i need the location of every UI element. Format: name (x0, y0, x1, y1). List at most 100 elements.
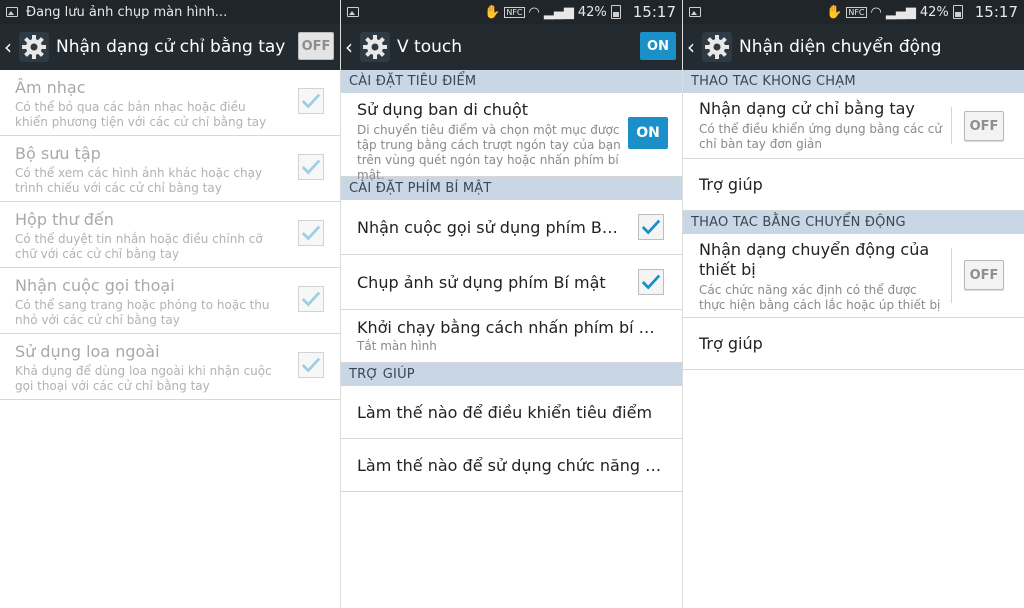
signal-icon: ▂▄▆ (885, 4, 916, 20)
status-bar: ✋ NFC ◠ ▂▄▆ 42% 15:17 (683, 0, 1024, 24)
section-header-motion: THAO TAC BẰNG CHUYỂN ĐỘNG (683, 211, 1024, 234)
master-toggle[interactable]: OFF (298, 32, 334, 60)
status-bar: Đang lưu ảnh chụp màn hình... (0, 0, 340, 24)
clock: 15:17 (632, 3, 676, 21)
signal-icon: ▂▄▆ (543, 4, 574, 20)
list-item-speaker[interactable]: Sử dụng loa ngoài Khả dụng để dùng loa n… (0, 334, 340, 400)
section-header-focus: CÀI ĐẶT TIÊU ĐIỂM (341, 70, 682, 93)
checkmark-icon (641, 274, 661, 290)
item-title: Trợ giúp (699, 175, 763, 194)
item-title: Trợ giúp (699, 334, 763, 353)
item-subtitle: Có thể bỏ qua các bản nhạc hoặc điều khi… (15, 100, 267, 129)
item-title: Nhận cuộc gọi thoại (15, 276, 175, 295)
item-title: Làm thế nào để sử dụng chức năng ph... (357, 455, 668, 475)
hand-gesture-panel: Đang lưu ảnh chụp màn hình... ‹ Nhận dạn… (0, 0, 340, 608)
item-subtitle: Có thể duyệt tin nhắn hoặc điều chỉnh cỡ… (15, 232, 263, 261)
page-title: V touch (397, 37, 462, 57)
divider (951, 107, 952, 144)
master-toggle[interactable]: ON (640, 32, 676, 60)
back-icon[interactable]: ‹ (687, 37, 699, 57)
item-subtitle: Tắt màn hình (357, 339, 437, 353)
voice-call-checkbox[interactable] (298, 286, 324, 312)
back-icon[interactable]: ‹ (4, 37, 16, 57)
action-bar: ‹ Nhận diện chuyển động (683, 24, 1024, 70)
motion-toggle[interactable]: OFF (964, 260, 1004, 290)
page-title: Nhận diện chuyển động (739, 37, 942, 57)
settings-gear-icon (360, 32, 390, 62)
speaker-checkbox[interactable] (298, 352, 324, 378)
checkmark-icon (301, 291, 321, 307)
hand-gesture-setting[interactable]: Nhận dạng cử chỉ bằng tay Có thể điều kh… (683, 93, 1024, 159)
hand-gesture-toggle[interactable]: OFF (964, 111, 1004, 141)
help-focus-item[interactable]: Làm thế nào để điều khiển tiêu điểm (341, 386, 682, 439)
item-title: Làm thế nào để điều khiển tiêu điểm (357, 402, 653, 422)
hand-icon: ✋ (826, 4, 843, 20)
wifi-icon: ◠ (528, 4, 540, 20)
section-header-touchless: THAO TAC KHONG CHẠM (683, 70, 1024, 93)
help-function-item[interactable]: Làm thế nào để sử dụng chức năng ph... (341, 439, 682, 492)
page-title: Nhận dạng cử chỉ bằng tay (56, 37, 286, 57)
item-subtitle: Di chuyển tiêu điểm và chọn một mục được… (357, 123, 621, 182)
item-title: Âm nhạc (15, 78, 86, 97)
battery-percent: 42% (577, 4, 607, 20)
hand-icon: ✋ (484, 4, 501, 20)
action-bar: ‹ Nhận dạng cử chỉ bằng tay OFF (0, 24, 340, 70)
checkmark-icon (301, 357, 321, 373)
mouse-pad-setting[interactable]: Sử dụng ban di chuột Di chuyển tiêu điểm… (341, 93, 682, 182)
back-icon[interactable]: ‹ (345, 37, 357, 57)
answer-call-checkbox[interactable] (638, 214, 664, 240)
launch-setting[interactable]: Khởi chạy bằng cách nhấn phím bí mậ... T… (341, 310, 682, 363)
item-title: Chụp ảnh sử dụng phím Bí mật (357, 272, 606, 292)
settings-gear-icon (702, 32, 732, 62)
list-item-music[interactable]: Âm nhạc Có thể bỏ qua các bản nhạc hoặc … (0, 70, 340, 136)
item-title: Hộp thư đến (15, 210, 114, 229)
action-bar: ‹ V touch ON (341, 24, 682, 70)
answer-call-setting[interactable]: Nhận cuộc gọi sử dụng phím Bí ... (341, 200, 682, 255)
list-item-inbox[interactable]: Hộp thư đến Có thể duyệt tin nhắn hoặc đ… (0, 202, 340, 268)
battery-percent: 42% (919, 4, 949, 20)
mouse-pad-toggle[interactable]: ON (628, 117, 668, 149)
motion-recognition-panel: ✋ NFC ◠ ▂▄▆ 42% 15:17 ‹ Nhận diện chuyển… (682, 0, 1024, 608)
music-checkbox[interactable] (298, 88, 324, 114)
divider (951, 248, 952, 303)
take-photo-setting[interactable]: Chụp ảnh sử dụng phím Bí mật (341, 255, 682, 310)
screenshot-notification-icon (347, 7, 359, 17)
settings-gear-icon (19, 32, 49, 62)
clock: 15:17 (974, 3, 1018, 21)
item-subtitle: Có thể xem các hình ảnh khác hoặc chạy t… (15, 166, 263, 195)
list-item-gallery[interactable]: Bộ sưu tập Có thể xem các hình ảnh khác … (0, 136, 340, 202)
status-bar: ✋ NFC ◠ ▂▄▆ 42% 15:17 (341, 0, 682, 24)
wifi-icon: ◠ (870, 4, 882, 20)
v-touch-panel: ✋ NFC ◠ ▂▄▆ 42% 15:17 ‹ V touch ON CÀI Đ… (340, 0, 682, 608)
item-subtitle: Các chức năng xác định có thể được thực … (699, 283, 941, 312)
gallery-checkbox[interactable] (298, 154, 324, 180)
item-subtitle: Khả dụng để dùng loa ngoài khi nhận cuộc… (15, 364, 272, 393)
checkmark-icon (301, 159, 321, 175)
item-title: Nhận dạng chuyển động của thiết bị (699, 240, 930, 279)
item-subtitle: Có thể sang trang hoặc phóng to hoặc thu… (15, 298, 270, 327)
battery-icon (610, 5, 621, 19)
battery-icon (952, 5, 963, 19)
nfc-icon: NFC (504, 6, 525, 18)
checkmark-icon (641, 219, 661, 235)
item-title: Sử dụng loa ngoài (15, 342, 160, 361)
section-header-help: TRỢ GIÚP (341, 363, 682, 386)
inbox-checkbox[interactable] (298, 220, 324, 246)
item-subtitle: Có thể điều khiển ứng dụng bằng các cử c… (699, 122, 942, 151)
motion-setting[interactable]: Nhận dạng chuyển động của thiết bị Các c… (683, 234, 1024, 318)
item-title: Bộ sưu tập (15, 144, 101, 163)
status-notification-text: Đang lưu ảnh chụp màn hình... (26, 4, 228, 20)
checkmark-icon (301, 225, 321, 241)
help-item-touchless[interactable]: Trợ giúp (683, 159, 1024, 211)
item-title: Nhận cuộc gọi sử dụng phím Bí ... (357, 217, 622, 237)
take-photo-checkbox[interactable] (638, 269, 664, 295)
screenshot-notification-icon (689, 7, 701, 17)
screenshot-notification-icon (6, 7, 18, 17)
help-item-motion[interactable]: Trợ giúp (683, 318, 1024, 370)
item-title: Khởi chạy bằng cách nhấn phím bí mậ... (357, 318, 668, 337)
item-title: Nhận dạng cử chỉ bằng tay (699, 99, 915, 118)
item-title: Sử dụng ban di chuột (357, 100, 529, 119)
list-item-voice-call[interactable]: Nhận cuộc gọi thoại Có thể sang trang ho… (0, 268, 340, 334)
checkmark-icon (301, 93, 321, 109)
nfc-icon: NFC (846, 6, 867, 18)
